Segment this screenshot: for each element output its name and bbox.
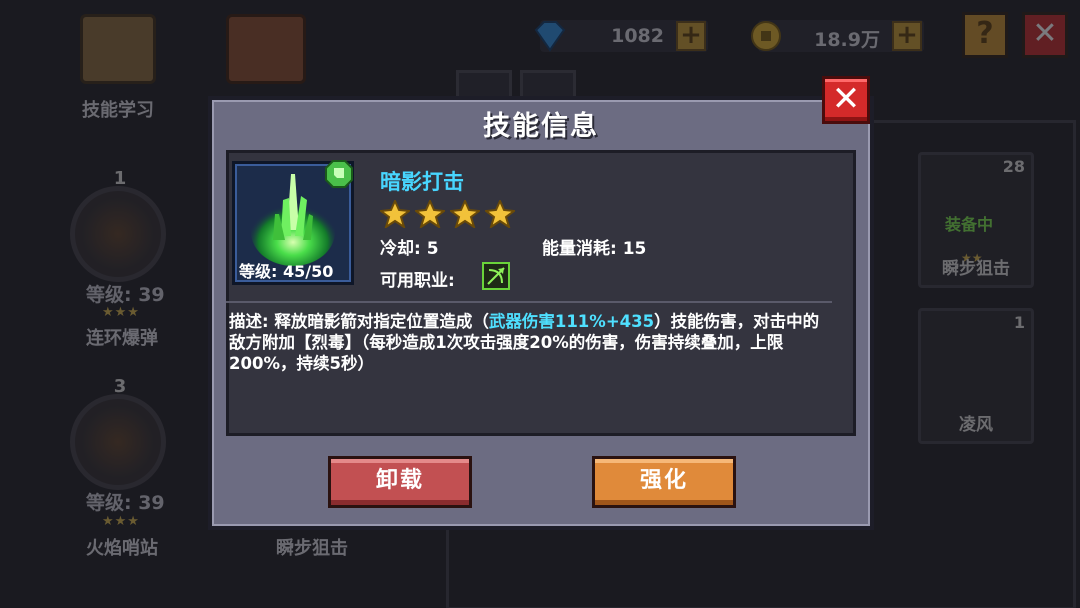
slot-1-stars: ★★★ xyxy=(102,305,140,320)
slot-frame xyxy=(70,394,166,490)
slot-2-name: 瞬步狙击 xyxy=(276,538,348,559)
skill-energy-cost: 能量消耗: 15 xyxy=(542,239,647,259)
green-gem-badge-icon xyxy=(325,160,353,188)
section-divider xyxy=(226,301,832,303)
slot-frame xyxy=(70,186,166,282)
star-icon xyxy=(378,198,412,230)
skill-card-snipe[interactable]: 28 装备中 ★★ 瞬步狙击 xyxy=(918,152,1034,288)
card-count: 1 xyxy=(1013,313,1025,332)
diamond-amount: 1082 xyxy=(611,25,664,47)
exit-button[interactable]: ✕ xyxy=(1022,12,1068,58)
skill-description: 描述: 释放暗影箭对指定位置造成（武器伤害111%+435）技能伤害，对击中的敌… xyxy=(229,311,835,374)
description-text: 描述: 释放暗影箭对指定位置造成（ xyxy=(229,312,489,331)
star-icon xyxy=(483,198,517,230)
slot-number: 3 xyxy=(113,376,127,397)
slot-1-name: 连环爆弹 xyxy=(86,328,158,349)
skill-book-icon[interactable] xyxy=(80,14,156,84)
equipped-slot-3[interactable]: 3 xyxy=(62,376,172,496)
usable-class-label: 可用职业: xyxy=(380,271,455,291)
skill-learn-label: 技能学习 xyxy=(82,100,154,121)
slot-3-name: 火焰哨站 xyxy=(86,538,158,559)
close-icon: ✕ xyxy=(831,79,861,119)
question-icon: ? xyxy=(976,16,994,51)
uninstall-button[interactable]: 卸载 xyxy=(328,456,472,508)
dialog-title: 技能信息 xyxy=(483,111,599,142)
equipped-slot-1[interactable]: 1 xyxy=(62,168,172,288)
card-name: 瞬步狙击 xyxy=(942,259,1010,279)
enhance-button[interactable]: 强化 xyxy=(592,456,736,508)
diamond-icon xyxy=(534,21,566,52)
skill-name: 暗影打击 xyxy=(380,170,464,194)
equipped-tag: 装备中 xyxy=(945,215,994,234)
add-diamond-button[interactable]: + xyxy=(676,21,706,51)
skill-star-rating xyxy=(378,198,520,230)
skill-card-lingfeng[interactable]: 1 凌风 xyxy=(918,308,1034,444)
slot-3-level: 等级: 39 xyxy=(86,492,165,514)
card-count: 28 xyxy=(1002,157,1025,176)
bow-class-icon xyxy=(482,262,510,290)
diamond-counter: 1082 + xyxy=(534,20,708,52)
card-name: 凌风 xyxy=(959,415,993,435)
slot-3-stars: ★★★ xyxy=(102,514,140,529)
add-gold-button[interactable]: + xyxy=(892,21,922,51)
slot-number: 1 xyxy=(113,168,127,189)
chest-icon[interactable] xyxy=(226,14,306,84)
close-icon: ✕ xyxy=(1032,16,1058,51)
skill-level: 等级: 45/50 xyxy=(239,262,334,281)
description-damage-highlight: 武器伤害111%+435 xyxy=(488,312,655,331)
star-icon xyxy=(413,198,447,230)
star-icon xyxy=(448,198,482,230)
gold-amount: 18.9万 xyxy=(814,29,880,51)
gold-coin-icon xyxy=(751,21,781,51)
slot-1-level: 等级: 39 xyxy=(86,284,165,306)
dialog-close-button[interactable]: ✕ xyxy=(822,76,870,124)
skill-cooldown: 冷却: 5 xyxy=(380,239,439,259)
help-button[interactable]: ? xyxy=(962,12,1008,58)
gold-counter: 18.9万 + xyxy=(751,20,924,52)
